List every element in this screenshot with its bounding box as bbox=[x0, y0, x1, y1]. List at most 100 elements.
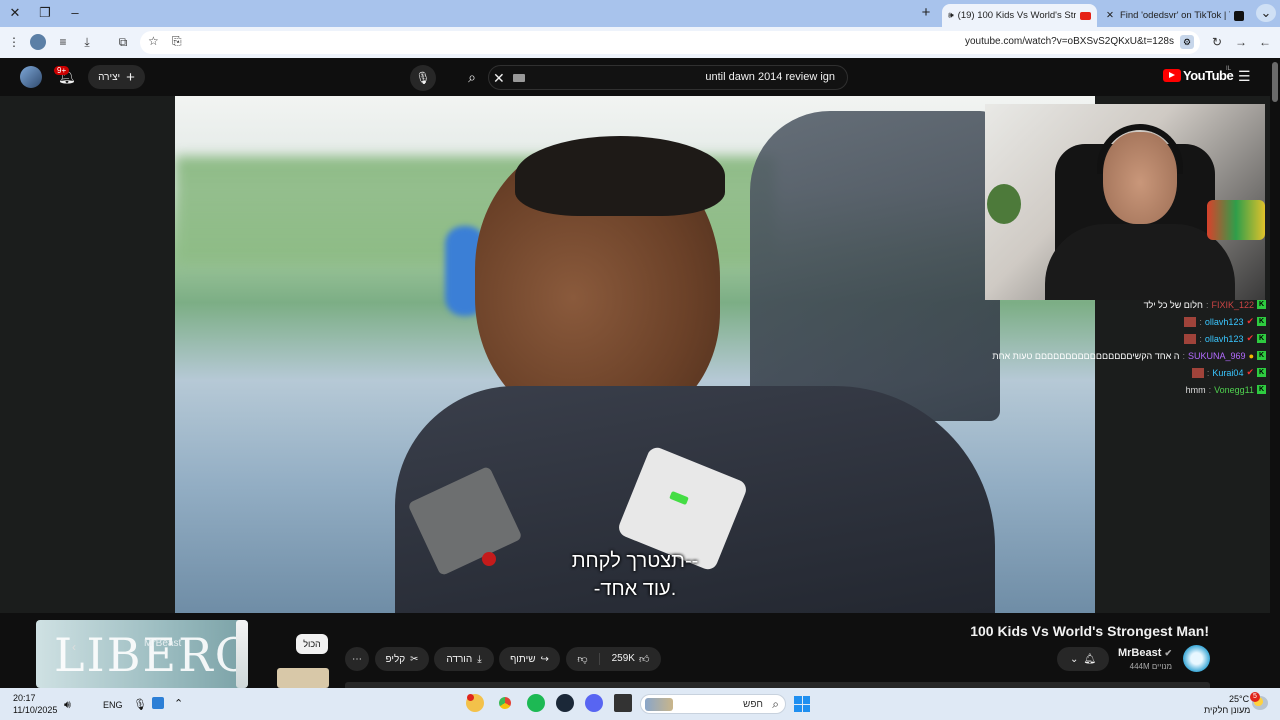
chrome-icon[interactable] bbox=[496, 694, 514, 712]
related-video-thumbnail[interactable] bbox=[277, 668, 329, 688]
bookmark-star-icon[interactable]: ☆ bbox=[148, 34, 159, 48]
video-frame[interactable] bbox=[175, 96, 1095, 613]
volume-icon[interactable]: 🔊︎ bbox=[64, 699, 71, 712]
boat-fin bbox=[750, 111, 1000, 421]
channel-name[interactable]: MrBeast ✔ bbox=[1118, 647, 1172, 659]
terminal-icon[interactable] bbox=[614, 694, 632, 712]
verified-check-icon: ✔ bbox=[1164, 648, 1172, 658]
chat-username: ollavh123 bbox=[1204, 316, 1244, 327]
reading-list-icon[interactable]: ≡ bbox=[54, 34, 72, 50]
tab-youtube-video[interactable]: 🕪 (19) 100 Kids Vs World's Str bbox=[942, 4, 1097, 27]
discord-icon[interactable] bbox=[585, 694, 603, 712]
channel-name-text[interactable]: MrBeast bbox=[1118, 647, 1161, 659]
subscribe-notification-button[interactable]: ⌄ 🔔︎ bbox=[1057, 647, 1109, 671]
headphones bbox=[1097, 124, 1183, 174]
youtube-favicon-icon bbox=[1080, 11, 1091, 20]
new-tab-button[interactable]: + bbox=[916, 4, 936, 22]
thumbs-up-icon: 👍︎ bbox=[638, 654, 650, 665]
url-text[interactable]: youtube.com/watch?v=oBXSvS2QKxU&t=128s bbox=[965, 36, 1174, 47]
chat-text: חלום של כל ילד bbox=[1143, 299, 1203, 310]
download-icon[interactable]: ⤓ bbox=[78, 34, 96, 50]
kick-badge-icon: K bbox=[1257, 385, 1266, 394]
clear-search-icon[interactable]: ✕ bbox=[493, 70, 505, 87]
chat-username: Kurai04 bbox=[1212, 367, 1244, 378]
spotify-icon[interactable] bbox=[527, 694, 545, 712]
create-button[interactable]: יצירה + bbox=[88, 65, 145, 89]
install-app-icon[interactable]: ⎘ bbox=[172, 34, 182, 49]
restore-window-icon[interactable]: ❐ bbox=[35, 4, 55, 22]
search-highlight-image bbox=[645, 698, 673, 711]
hamburger-menu-icon[interactable]: ☰ bbox=[1238, 68, 1251, 85]
clip-label: קליפ bbox=[385, 653, 406, 665]
chat-message: : Kurai04 ✔ K bbox=[985, 365, 1270, 380]
bell-icon: 🔔︎ bbox=[1083, 653, 1097, 665]
chat-message: : ollavh123 ✔ K bbox=[985, 314, 1270, 329]
language-indicator[interactable]: ENG bbox=[103, 700, 123, 710]
chat-username: FIXIK_122 bbox=[1211, 299, 1254, 310]
ad-channel-text: MrBeast bbox=[144, 638, 182, 649]
microphone-icon[interactable]: 🎙︎ bbox=[133, 698, 147, 711]
taskbar-search-box[interactable]: חפש ⌕ bbox=[640, 694, 786, 714]
clock-time[interactable]: 20:17 bbox=[13, 693, 36, 703]
minimize-window-icon[interactable]: – bbox=[65, 4, 85, 22]
clock-date[interactable]: 11/10/2025 bbox=[13, 705, 57, 715]
emote-icon bbox=[1184, 316, 1197, 327]
subtitle-line-2: -עוד אחד. bbox=[593, 578, 677, 600]
profile-avatar-icon[interactable] bbox=[30, 34, 46, 50]
colorful-controller bbox=[1207, 200, 1265, 240]
network-icon[interactable] bbox=[152, 697, 164, 709]
tab-search-chevron-icon[interactable]: ⌄ bbox=[1256, 4, 1276, 22]
voice-search-microphone-icon[interactable]: 🎙︎ bbox=[410, 65, 436, 91]
youtube-logo-icon[interactable] bbox=[1163, 69, 1181, 82]
search-bar[interactable]: ⌕ ✕ until dawn 2014 review ign bbox=[468, 65, 848, 90]
tiktok-favicon-icon bbox=[1234, 10, 1244, 21]
close-tab-icon[interactable]: ✕ bbox=[1106, 10, 1114, 21]
tab-tiktok[interactable]: ✕ Find 'odedsvr' on TikTok | TikTok bbox=[1100, 4, 1250, 27]
page-scrollbar[interactable] bbox=[1270, 58, 1280, 688]
reload-icon[interactable]: ↻ bbox=[1208, 34, 1226, 50]
filter-chip-all[interactable]: הכול bbox=[296, 634, 328, 654]
windows-start-icon[interactable] bbox=[794, 696, 810, 712]
keyboard-icon[interactable] bbox=[513, 74, 525, 82]
show-hidden-icons-chevron-icon[interactable]: ⌃ bbox=[174, 697, 183, 710]
close-window-icon[interactable]: ✕ bbox=[5, 4, 25, 22]
back-icon[interactable]: ← bbox=[1256, 34, 1274, 50]
streamer-webcam bbox=[985, 104, 1265, 300]
more-actions-button[interactable]: ⋯ bbox=[345, 647, 369, 671]
menu-dots-icon[interactable]: ⋮ bbox=[5, 34, 23, 50]
tab-bar: ✕ ❐ – + 🕪 (19) 100 Kids Vs World's Str ✕… bbox=[0, 0, 1280, 27]
like-dislike-group: 👎︎ 259K 👍︎ bbox=[566, 647, 661, 671]
channel-avatar[interactable] bbox=[1183, 645, 1210, 672]
plus-icon: + bbox=[126, 68, 135, 86]
kick-badge-icon: K bbox=[1257, 317, 1266, 326]
chevron-left-icon[interactable]: ‹ bbox=[72, 640, 76, 654]
kick-badge-icon: K bbox=[1257, 300, 1266, 309]
weather-temperature[interactable]: 25°C bbox=[1229, 694, 1249, 704]
create-label: יצירה bbox=[98, 71, 121, 83]
download-button[interactable]: הורדה ⤓ bbox=[434, 647, 494, 671]
search-icon[interactable]: ⌕ bbox=[455, 65, 489, 90]
steam-icon[interactable] bbox=[556, 694, 574, 712]
emote-icon bbox=[1184, 333, 1197, 344]
share-button[interactable]: שיתוף ↪ bbox=[499, 647, 560, 671]
clip-button[interactable]: קליפ ✂ bbox=[375, 647, 429, 671]
like-button[interactable]: 259K 👍︎ bbox=[600, 653, 661, 665]
chat-username: Vonegg11 bbox=[1214, 384, 1254, 395]
download-arrow-icon: ⤓ bbox=[477, 653, 482, 665]
search-icon: ⌕ bbox=[772, 697, 779, 711]
dislike-button[interactable]: 👎︎ bbox=[566, 653, 600, 665]
chat-text: ה אחד הקשיםםםםםםםםםםםםםםםם טעות אחת bbox=[992, 350, 1180, 361]
site-settings-icon[interactable]: ⚙ bbox=[1180, 35, 1194, 49]
share-arrow-icon: ↪ bbox=[540, 653, 549, 665]
ad-thumbnail[interactable]: LIBERO MrBeast ‹ bbox=[36, 620, 248, 688]
address-bar[interactable]: ☆ ⎘ youtube.com/watch?v=oBXSvS2QKxU&t=12… bbox=[140, 31, 1200, 54]
chat-message: חלום של כל ילד : FIXIK_122 K bbox=[1143, 299, 1266, 310]
search-query-text[interactable]: until dawn 2014 review ign bbox=[705, 71, 835, 83]
scrollbar-thumb[interactable] bbox=[1272, 62, 1278, 102]
like-count: 259K bbox=[611, 653, 635, 664]
account-avatar[interactable] bbox=[20, 66, 42, 88]
weather-description[interactable]: מעונן חלקית bbox=[1204, 705, 1250, 715]
forward-icon[interactable]: → bbox=[1232, 34, 1250, 50]
perfume-bottle bbox=[236, 620, 248, 688]
extensions-icon[interactable]: ⧉ bbox=[114, 34, 132, 50]
